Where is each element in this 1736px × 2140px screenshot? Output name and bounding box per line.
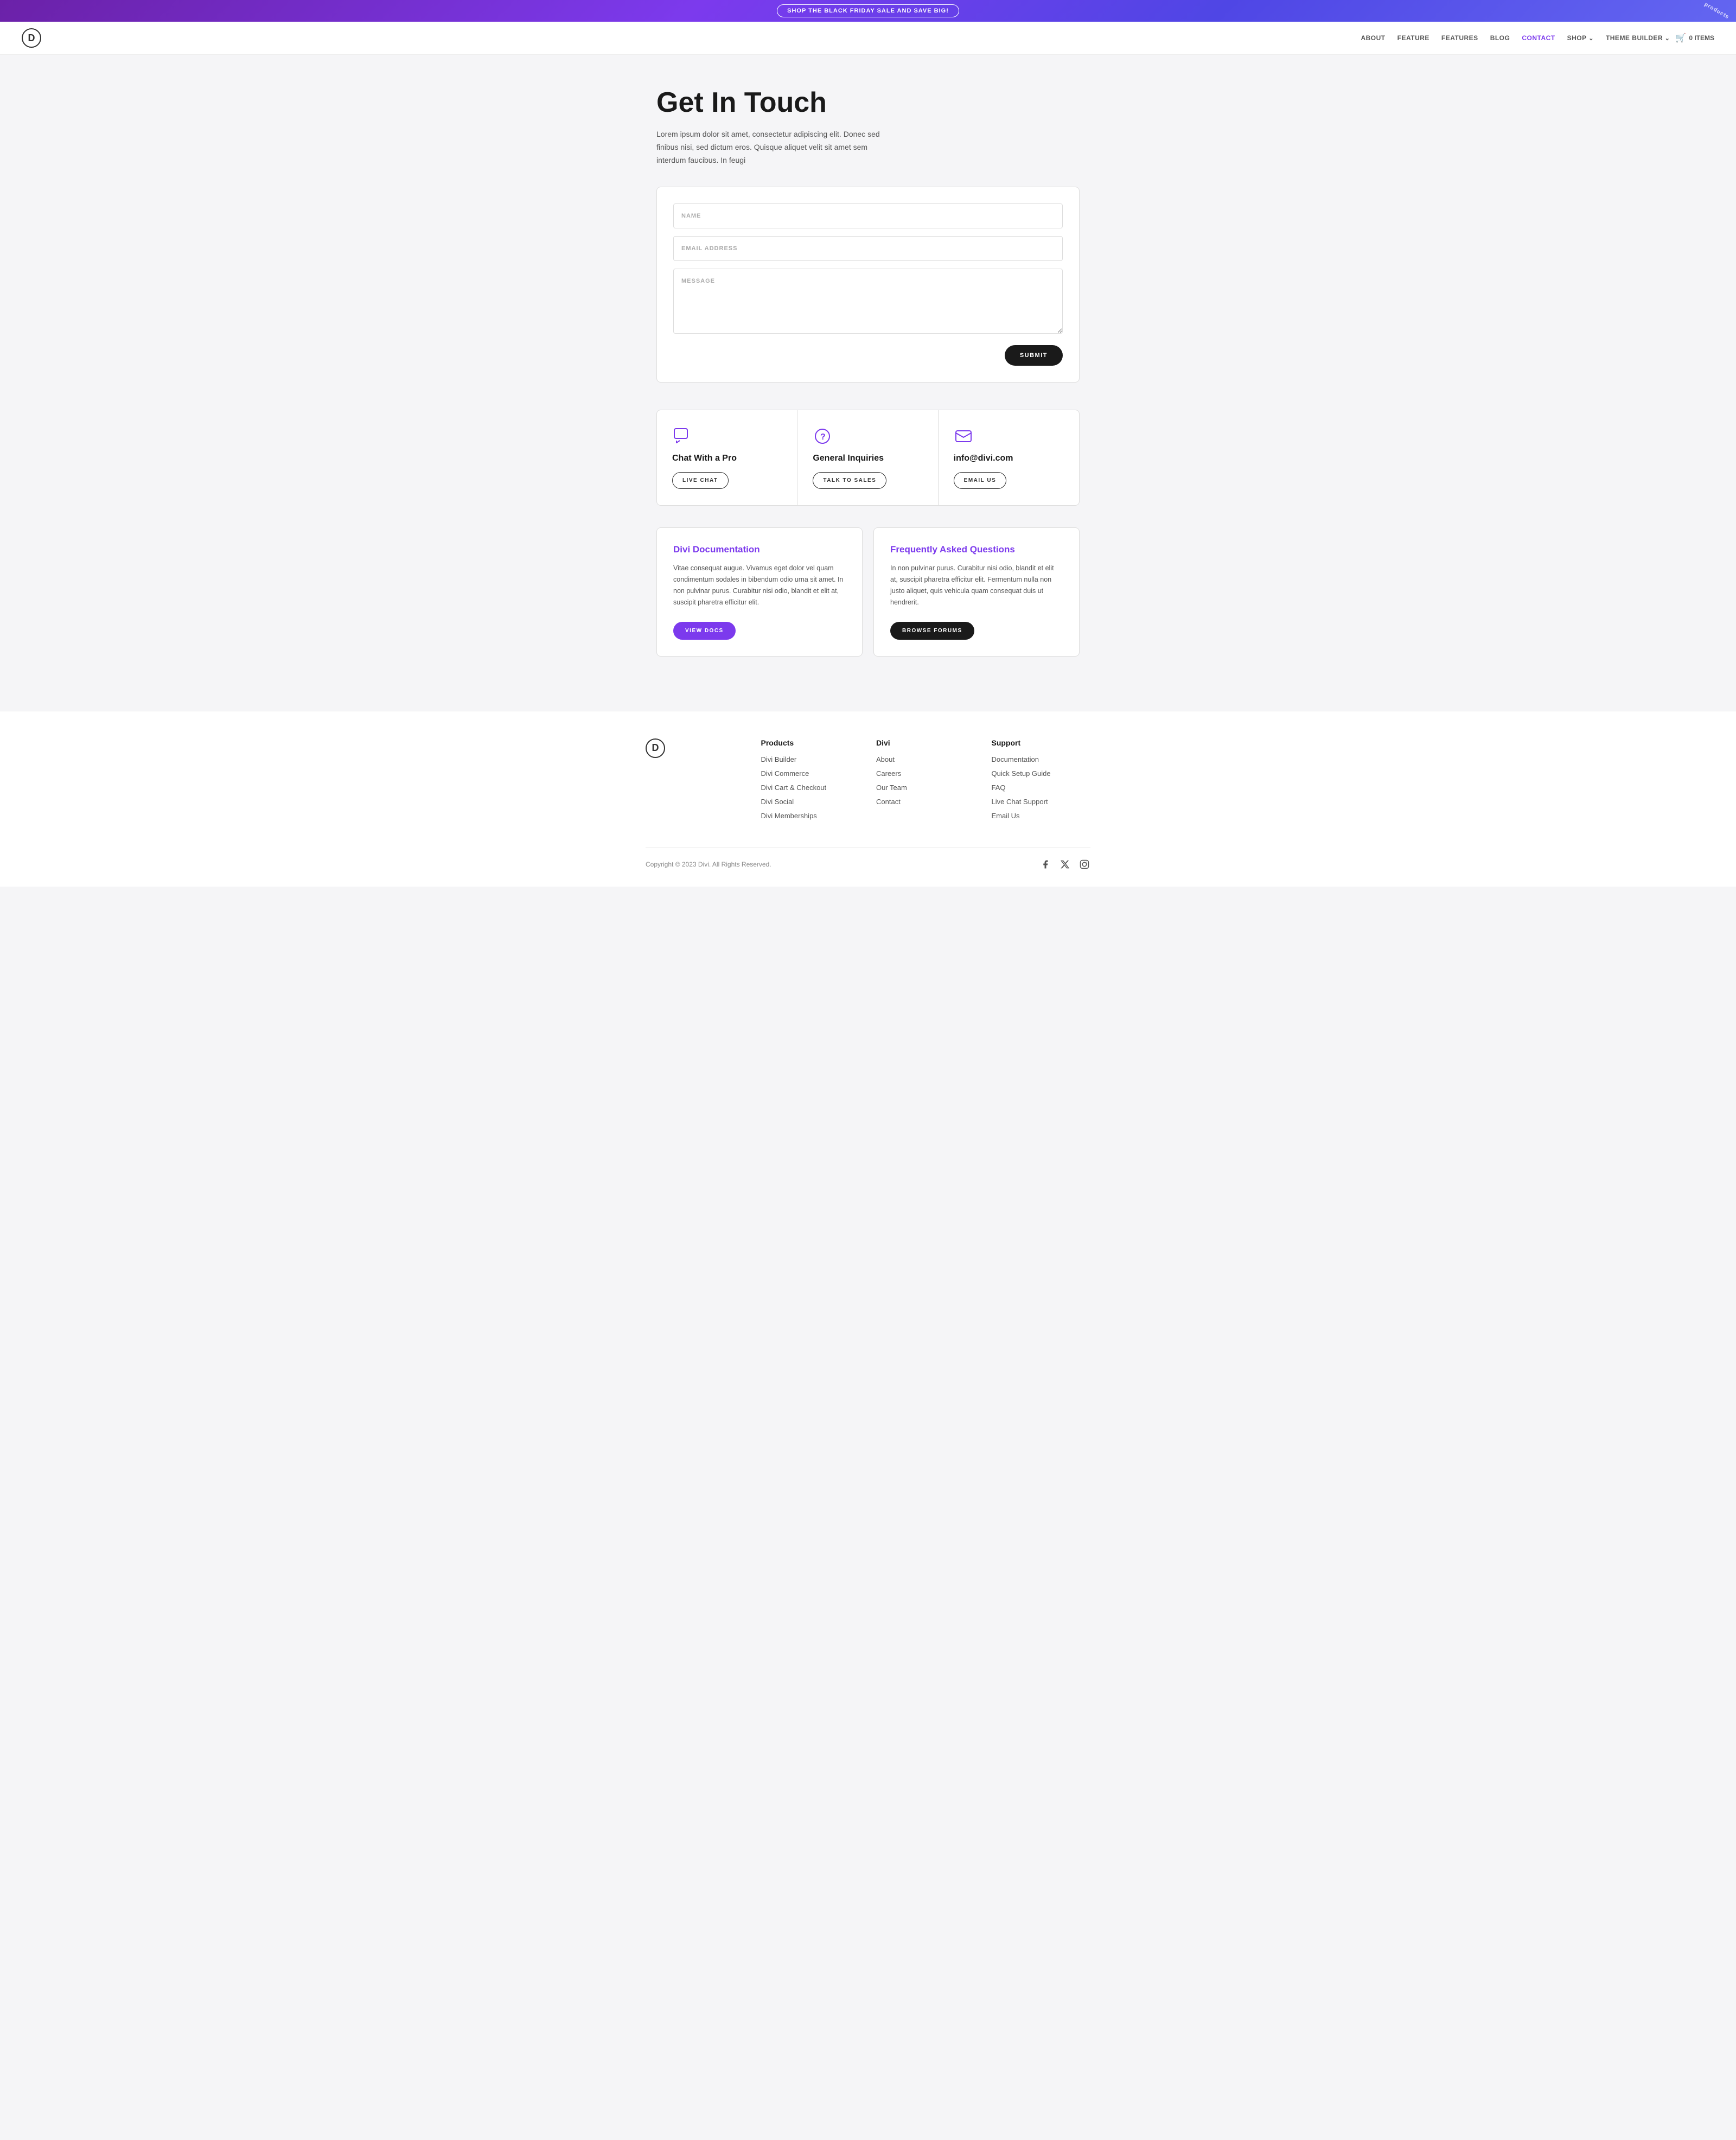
footer-bottom: Copyright © 2023 Divi. All Rights Reserv…	[646, 847, 1090, 870]
footer-products-links: Divi Builder Divi Commerce Divi Cart & C…	[761, 755, 860, 821]
x-twitter-icon[interactable]	[1059, 858, 1071, 870]
main-content: Get In Touch Lorem ipsum dolor sit amet,…	[646, 55, 1090, 711]
chat-icon	[672, 426, 692, 446]
nav-blog[interactable]: BLOG	[1490, 34, 1510, 42]
footer-support-title: Support	[992, 738, 1091, 747]
question-icon: ?	[813, 426, 832, 446]
footer-divi-builder[interactable]: Divi Builder	[761, 755, 797, 763]
hero-description: Lorem ipsum dolor sit amet, consectetur …	[656, 128, 890, 167]
footer-divi-commerce[interactable]: Divi Commerce	[761, 769, 809, 778]
nav-about[interactable]: ABOUT	[1361, 34, 1385, 42]
nav-feature[interactable]: FEATURE	[1397, 34, 1429, 42]
faq-card: Frequently Asked Questions In non pulvin…	[873, 527, 1080, 657]
inquiries-card: ? General Inquiries TALK TO SALES	[797, 410, 938, 505]
footer-top: D Products Divi Builder Divi Commerce Di…	[646, 738, 1090, 825]
email-field-wrapper	[673, 236, 1063, 261]
nav-contact[interactable]: CONTACT	[1522, 34, 1555, 42]
docs-card-title: Divi Documentation	[673, 544, 846, 555]
talk-to-sales-button[interactable]: TALK TO SALES	[813, 472, 886, 489]
footer-about[interactable]: About	[876, 755, 895, 763]
nav-shop[interactable]: SHOP	[1567, 34, 1594, 42]
nav-logo[interactable]: D	[22, 28, 41, 48]
footer-logo[interactable]: D	[646, 738, 665, 758]
banner-cta[interactable]: SHOP THE BLACK FRIDAY SALE AND SAVE BIG!	[777, 4, 959, 17]
footer-live-chat-support[interactable]: Live Chat Support	[992, 798, 1048, 806]
live-chat-button[interactable]: LIVE CHAT	[672, 472, 729, 489]
chat-card: Chat With a Pro LIVE CHAT	[657, 410, 797, 505]
nav-theme-builder[interactable]: THEME BUILDER	[1606, 34, 1670, 42]
footer-support-col: Support Documentation Quick Setup Guide …	[992, 738, 1091, 825]
faq-card-desc: In non pulvinar purus. Curabitur nisi od…	[890, 563, 1063, 609]
products-label: products	[1703, 2, 1730, 21]
browse-forums-button[interactable]: BROWSE FORUMS	[890, 622, 974, 640]
contact-cards: Chat With a Pro LIVE CHAT ? General Inqu…	[656, 410, 1080, 506]
footer-email-us[interactable]: Email Us	[992, 812, 1020, 820]
footer-divi-title: Divi	[876, 738, 975, 747]
email-us-button[interactable]: EMAIL US	[954, 472, 1007, 489]
footer-products-title: Products	[761, 738, 860, 747]
footer-divi-social[interactable]: Divi Social	[761, 798, 794, 806]
email-card: info@divi.com EMAIL US	[939, 410, 1079, 505]
footer: D Products Divi Builder Divi Commerce Di…	[0, 711, 1736, 887]
name-input[interactable]	[673, 203, 1063, 228]
footer-divi-cart[interactable]: Divi Cart & Checkout	[761, 784, 827, 792]
svg-text:?: ?	[820, 432, 826, 442]
inquiries-card-title: General Inquiries	[813, 454, 922, 463]
footer-divi-links: About Careers Our Team Contact	[876, 755, 975, 807]
top-banner: SHOP THE BLACK FRIDAY SALE AND SAVE BIG!…	[0, 0, 1736, 22]
footer-logo-col: D	[646, 738, 745, 825]
email-input[interactable]	[673, 236, 1063, 261]
footer-faq[interactable]: FAQ	[992, 784, 1006, 792]
copyright: Copyright © 2023 Divi. All Rights Reserv…	[646, 861, 771, 868]
nav-features[interactable]: FEATURES	[1441, 34, 1478, 42]
footer-careers[interactable]: Careers	[876, 769, 901, 778]
instagram-icon[interactable]	[1078, 858, 1090, 870]
docs-card-desc: Vitae consequat augue. Vivamus eget dolo…	[673, 563, 846, 609]
submit-row: SUBMIT	[673, 345, 1063, 366]
view-docs-button[interactable]: VIEW DOCS	[673, 622, 736, 640]
chat-card-title: Chat With a Pro	[672, 454, 782, 463]
page-title: Get In Touch	[656, 87, 1080, 118]
footer-contact[interactable]: Contact	[876, 798, 901, 806]
faq-card-title: Frequently Asked Questions	[890, 544, 1063, 555]
footer-documentation[interactable]: Documentation	[992, 755, 1039, 763]
footer-support-links: Documentation Quick Setup Guide FAQ Live…	[992, 755, 1091, 821]
footer-quick-setup[interactable]: Quick Setup Guide	[992, 769, 1051, 778]
footer-divi-memberships[interactable]: Divi Memberships	[761, 812, 817, 820]
name-field-wrapper	[673, 203, 1063, 228]
submit-button[interactable]: SUBMIT	[1005, 345, 1063, 366]
cart-count: 0 ITEMS	[1689, 34, 1714, 42]
email-icon	[954, 426, 973, 446]
email-card-title: info@divi.com	[954, 454, 1064, 463]
facebook-icon[interactable]	[1039, 858, 1051, 870]
info-cards: Divi Documentation Vitae consequat augue…	[656, 527, 1080, 657]
footer-social	[1039, 858, 1090, 870]
message-input[interactable]	[673, 269, 1063, 334]
message-field-wrapper	[673, 269, 1063, 336]
footer-our-team[interactable]: Our Team	[876, 784, 907, 792]
contact-form: SUBMIT	[656, 187, 1080, 383]
nav-cart[interactable]: 🛒 0 ITEMS	[1675, 33, 1714, 43]
nav-links: ABOUT FEATURE FEATURES BLOG CONTACT SHOP…	[1361, 33, 1670, 43]
cart-icon: 🛒	[1675, 33, 1686, 43]
footer-divi-col: Divi About Careers Our Team Contact	[876, 738, 975, 825]
docs-card: Divi Documentation Vitae consequat augue…	[656, 527, 863, 657]
footer-products-col: Products Divi Builder Divi Commerce Divi…	[761, 738, 860, 825]
navigation: D ABOUT FEATURE FEATURES BLOG CONTACT SH…	[0, 22, 1736, 55]
